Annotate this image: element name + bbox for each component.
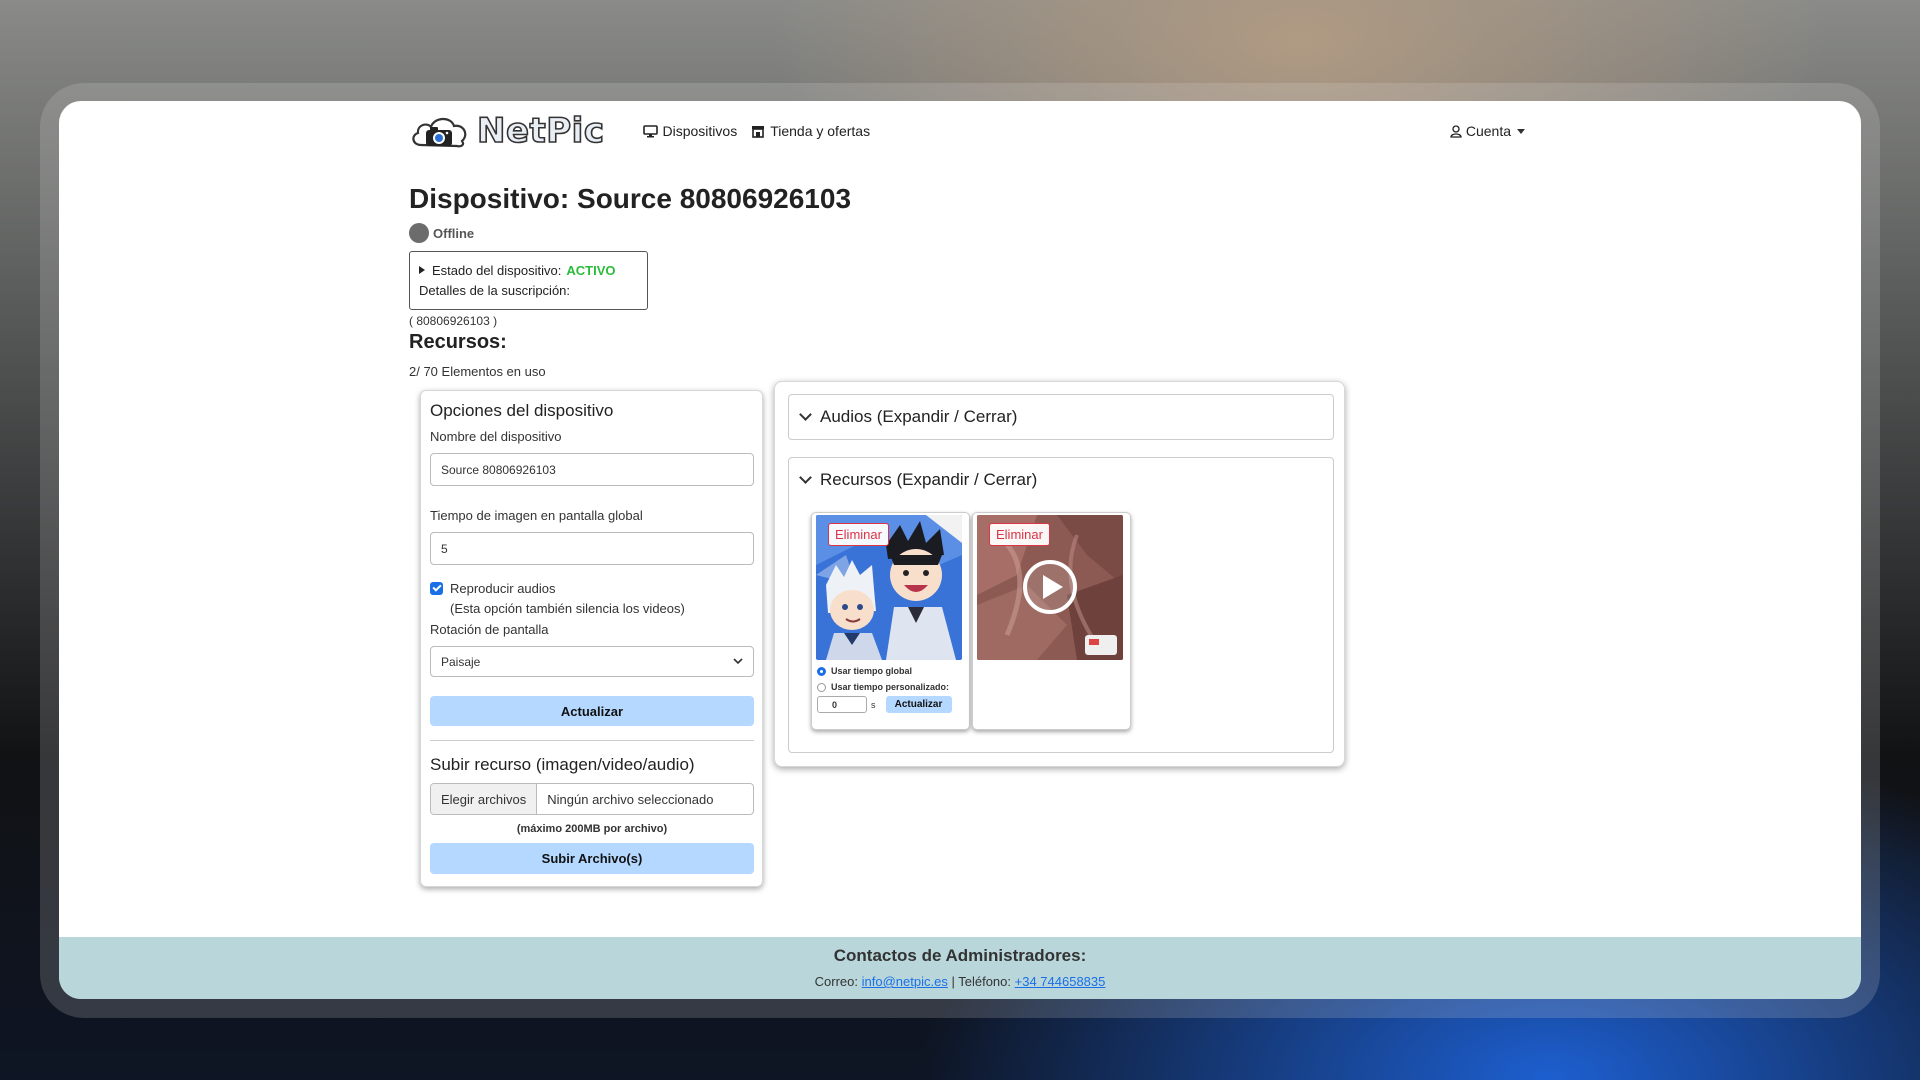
resource-update-button[interactable]: Actualizar <box>885 696 952 713</box>
custom-time-input[interactable]: 0 <box>817 696 867 713</box>
account-label: Cuenta <box>1465 123 1511 139</box>
store-icon <box>752 125 765 138</box>
global-time-input[interactable]: 5 <box>430 532 754 565</box>
account-dropdown[interactable]: Cuenta <box>1450 123 1525 139</box>
device-options-card: Opciones del dispositivo Nombre del disp… <box>420 390 763 887</box>
delete-button[interactable]: Eliminar <box>828 523 889 546</box>
nav-dispositivos-label: Dispositivos <box>662 123 738 139</box>
footer-separator: | <box>951 974 955 989</box>
choose-files-button[interactable]: Elegir archivos <box>431 784 538 814</box>
video-thumbnail[interactable]: Eliminar <box>977 515 1123 660</box>
divider <box>430 740 754 741</box>
browser-window: NetPic Dispositivos Tienda y ofertas Cue… <box>59 101 1861 999</box>
rotation-value: Paisaje <box>441 654 481 669</box>
resource-card: Eliminar <box>972 512 1131 730</box>
rotation-select[interactable]: Paisaje <box>430 646 754 677</box>
footer: Contactos de Administradores: Correo: in… <box>59 937 1861 999</box>
upload-button[interactable]: Subir Archivo(s) <box>430 843 754 874</box>
status-text: Offline <box>433 225 475 241</box>
page-content: NetPic Dispositivos Tienda y ofertas Cue… <box>409 101 1529 937</box>
audio-checkbox-label: Reproducir audios <box>450 581 556 596</box>
chevron-down-icon <box>799 471 812 484</box>
disclosure-triangle-icon <box>419 266 425 274</box>
state-value: ACTIVO <box>566 262 616 278</box>
resources-header: Recursos (Expandir / Cerrar) <box>820 470 1038 489</box>
brand-logo[interactable]: NetPic <box>409 110 605 152</box>
radio-custom-time[interactable] <box>817 682 826 692</box>
device-id: ( 80806926103 ) <box>409 314 498 328</box>
subscription-label: Detalles de la suscripción: <box>419 282 571 298</box>
name-label: Nombre del dispositivo <box>430 429 562 444</box>
time-label: Tiempo de imagen en pantalla global <box>430 508 643 523</box>
resources-panel: Audios (Expandir / Cerrar) Recursos (Exp… <box>774 381 1345 767</box>
audio-note: (Esta opción también silencia los videos… <box>450 601 685 616</box>
monitor-icon <box>642 124 658 137</box>
user-icon <box>1450 124 1462 138</box>
footer-title: Contactos de Administradores: <box>833 946 1087 965</box>
connection-status: Offline <box>409 223 474 243</box>
resource-card: Eliminar Usar tiempo global Usar tiempo … <box>811 512 970 730</box>
radio-global-time[interactable] <box>817 666 826 676</box>
resource-thumbnail[interactable]: Eliminar <box>816 515 962 660</box>
time-unit: s <box>871 699 876 710</box>
upload-title: Subir recurso (imagen/video/audio) <box>430 755 695 774</box>
navbar: NetPic Dispositivos Tienda y ofertas Cue… <box>409 110 1529 152</box>
no-file-text: Ningún archivo seleccionado <box>547 791 714 807</box>
radio-global-label: Usar tiempo global <box>831 666 913 676</box>
device-name-input[interactable]: Source 80806926103 <box>430 453 754 486</box>
brand-name: NetPic <box>476 110 605 152</box>
rotation-label: Rotación de pantalla <box>430 622 549 637</box>
resources-heading: Recursos: <box>409 331 507 353</box>
email-label: Correo: <box>814 974 858 989</box>
device-status-details[interactable]: Estado del dispositivo: ACTIVO Detalles … <box>409 251 648 310</box>
resources-accordion[interactable]: Recursos (Expandir / Cerrar) Eliminar Us… <box>788 457 1334 753</box>
phone-link[interactable]: +34 744658835 <box>1015 974 1106 989</box>
max-size-note: (máximo 200MB por archivo) <box>516 823 668 835</box>
nav-tienda[interactable]: Tienda y ofertas <box>751 123 870 139</box>
phone-label: Teléfono: <box>958 974 1011 989</box>
update-button[interactable]: Actualizar <box>430 696 754 726</box>
state-label: Estado del dispositivo: <box>432 262 562 278</box>
status-dot-icon <box>409 223 429 243</box>
radio-custom-label: Usar tiempo personalizado: <box>831 682 950 692</box>
usage-count: 2/ 70 Elementos en uso <box>409 364 546 379</box>
email-link[interactable]: info@netpic.es <box>862 974 948 989</box>
audios-accordion[interactable]: Audios (Expandir / Cerrar) <box>788 394 1334 440</box>
options-title: Opciones del dispositivo <box>430 401 614 420</box>
page-title: Dispositivo: Source 80806926103 <box>409 183 852 214</box>
delete-button[interactable]: Eliminar <box>989 523 1050 546</box>
camera-cloud-icon <box>412 117 467 148</box>
chevron-down-icon <box>799 408 812 421</box>
audios-header: Audios (Expandir / Cerrar) <box>820 407 1018 426</box>
chevron-down-icon <box>733 658 743 665</box>
caret-down-icon <box>1517 128 1525 134</box>
footer-contacts: Correo: info@netpic.es | Teléfono: +34 7… <box>59 974 1861 989</box>
nav-tienda-label: Tienda y ofertas <box>770 123 871 139</box>
audio-checkbox[interactable] <box>430 582 443 595</box>
nav-dispositivos[interactable]: Dispositivos <box>642 123 738 139</box>
file-input[interactable]: Elegir archivos Ningún archivo seleccion… <box>430 783 754 815</box>
